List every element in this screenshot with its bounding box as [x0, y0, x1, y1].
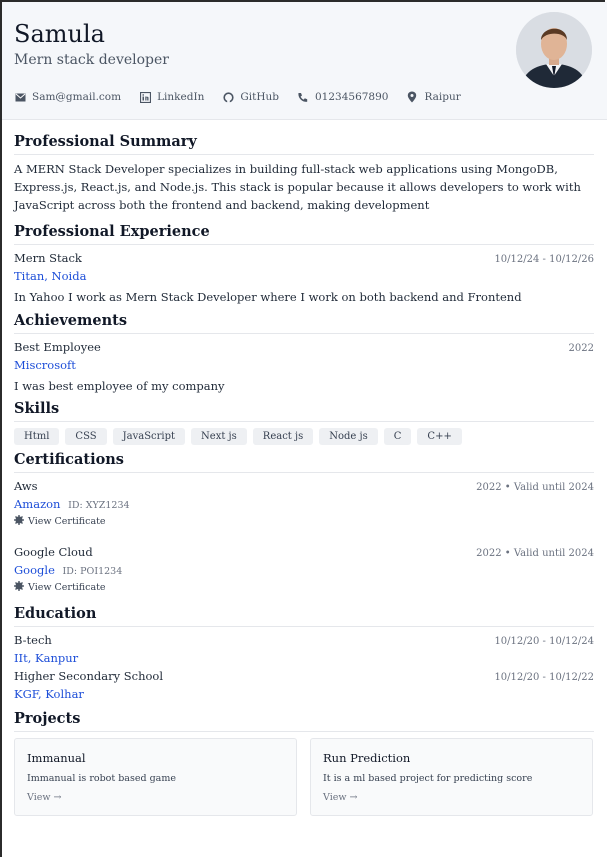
education-school: KGF, Kolhar — [14, 687, 84, 701]
certification-issuer: Google — [14, 563, 55, 577]
certification-name: Aws — [14, 479, 38, 493]
experience-role: Mern Stack — [14, 251, 82, 265]
experience-dates: 10/12/24 - 10/12/26 — [494, 254, 594, 265]
project-description: Immanual is robot based game — [27, 773, 176, 784]
summary-title: Professional Summary — [14, 133, 594, 155]
project-view-link[interactable]: View → — [323, 792, 580, 803]
view-certificate-label: View Certificate — [28, 582, 106, 593]
contact-phone[interactable]: 01234567890 — [297, 91, 389, 103]
project-name: Run Prediction — [323, 751, 411, 765]
experience-section: Professional Experience Mern Stack 10/12… — [14, 223, 594, 306]
skill-chip: React js — [252, 428, 314, 445]
location-icon — [406, 91, 418, 103]
linkedin-icon — [139, 91, 151, 103]
education-section: Education B-tech 10/12/20 - 10/12/24 IIt… — [14, 605, 594, 703]
certification-id: ID: XYZ1234 — [68, 500, 130, 511]
github-icon — [222, 91, 234, 103]
skill-chip: JavaScript — [112, 428, 186, 445]
achievement-item-header: Best Employee 2022 — [14, 340, 594, 354]
phone-icon — [297, 91, 309, 103]
certification-validity: 2022 • Valid until 2024 — [476, 482, 594, 493]
skills-section: Skills Html CSS JavaScript Next js React… — [14, 400, 594, 445]
email-icon — [14, 91, 26, 103]
contact-github[interactable]: GitHub — [222, 91, 279, 103]
certification-id: ID: POI1234 — [62, 566, 123, 577]
certification-issuer-line: Amazon ID: XYZ1234 — [14, 497, 594, 511]
education-title: Education — [14, 605, 594, 627]
contact-phone-label: 01234567890 — [314, 91, 389, 103]
skill-chip: Html — [14, 428, 60, 445]
project-card: Immanual Immanual is robot based game Vi… — [14, 738, 297, 816]
contact-linkedin-label: LinkedIn — [157, 91, 205, 103]
achievement-name: Best Employee — [14, 340, 101, 354]
resume-header: Samula Mern stack developer Sam@gmail.co… — [2, 2, 607, 120]
skill-chip: CSS — [65, 428, 107, 445]
project-view-link[interactable]: View → — [27, 792, 284, 803]
education-school: IIt, Kanpur — [14, 651, 79, 665]
education-degree: B-tech — [14, 633, 52, 647]
certification-header: Google Cloud 2022 • Valid until 2024 — [14, 545, 594, 559]
contact-email[interactable]: Sam@gmail.com — [14, 91, 121, 103]
project-card: Run Prediction It is a ml based project … — [310, 738, 593, 816]
achievements-section: Achievements Best Employee 2022 Miscroso… — [14, 312, 594, 395]
certifications-section: Certifications Aws 2022 • Valid until 20… — [14, 451, 594, 594]
achievement-org: Miscrosoft — [14, 358, 76, 372]
education-degree: Higher Secondary School — [14, 669, 164, 683]
education-dates: 10/12/20 - 10/12/22 — [494, 672, 594, 683]
projects-title: Projects — [14, 710, 594, 732]
certification-name: Google Cloud — [14, 545, 93, 559]
education-item-header: Higher Secondary School 10/12/20 - 10/12… — [14, 669, 594, 683]
project-description: It is a ml based project for predicting … — [323, 773, 533, 784]
contact-location: Raipur — [406, 91, 461, 103]
projects-grid: Immanual Immanual is robot based game Vi… — [14, 738, 594, 816]
certification-issuer: Amazon — [14, 497, 61, 511]
candidate-name: Samula — [14, 20, 105, 48]
skills-title: Skills — [14, 400, 594, 422]
candidate-role: Mern stack developer — [14, 52, 169, 68]
certifications-title: Certifications — [14, 451, 594, 473]
contact-bar: Sam@gmail.com LinkedIn GitHub 0123456789… — [14, 91, 461, 103]
summary-section: Professional Summary A MERN Stack Develo… — [14, 133, 594, 214]
skill-chip: C++ — [417, 428, 462, 445]
skill-chip: Next js — [191, 428, 247, 445]
view-certificate-link[interactable]: View Certificate — [14, 515, 594, 528]
contact-linkedin[interactable]: LinkedIn — [139, 91, 204, 103]
contact-location-label: Raipur — [424, 91, 461, 103]
contact-github-label: GitHub — [240, 91, 279, 103]
contact-email-label: Sam@gmail.com — [32, 91, 122, 103]
badge-icon — [14, 581, 24, 594]
certification-item: Aws 2022 • Valid until 2024 Amazon ID: X… — [14, 479, 594, 528]
achievements-title: Achievements — [14, 312, 594, 334]
certification-item: Google Cloud 2022 • Valid until 2024 Goo… — [14, 545, 594, 594]
experience-title: Professional Experience — [14, 223, 594, 245]
achievement-year: 2022 — [568, 343, 594, 354]
project-name: Immanual — [27, 751, 86, 765]
achievement-description: I was best employee of my company — [14, 379, 225, 393]
summary-text: A MERN Stack Developer specializes in bu… — [14, 162, 581, 212]
badge-icon — [14, 515, 24, 528]
experience-description: In Yahoo I work as Mern Stack Developer … — [14, 290, 522, 304]
certification-issuer-line: Google ID: POI1234 — [14, 563, 594, 577]
avatar-portrait — [516, 12, 592, 88]
education-item-header: B-tech 10/12/20 - 10/12/24 — [14, 633, 594, 647]
education-dates: 10/12/20 - 10/12/24 — [494, 636, 594, 647]
experience-item-header: Mern Stack 10/12/24 - 10/12/26 — [14, 251, 594, 265]
avatar — [516, 12, 592, 88]
view-certificate-label: View Certificate — [28, 516, 106, 527]
certification-validity: 2022 • Valid until 2024 — [476, 548, 594, 559]
skill-chip: Node js — [319, 428, 378, 445]
skill-chip: C — [383, 428, 412, 445]
certification-header: Aws 2022 • Valid until 2024 — [14, 479, 594, 493]
view-certificate-link[interactable]: View Certificate — [14, 581, 594, 594]
projects-section: Projects Immanual Immanual is robot base… — [14, 710, 594, 816]
experience-company: Titan, Noida — [14, 269, 87, 283]
skills-list: Html CSS JavaScript Next js React js Nod… — [14, 428, 594, 445]
